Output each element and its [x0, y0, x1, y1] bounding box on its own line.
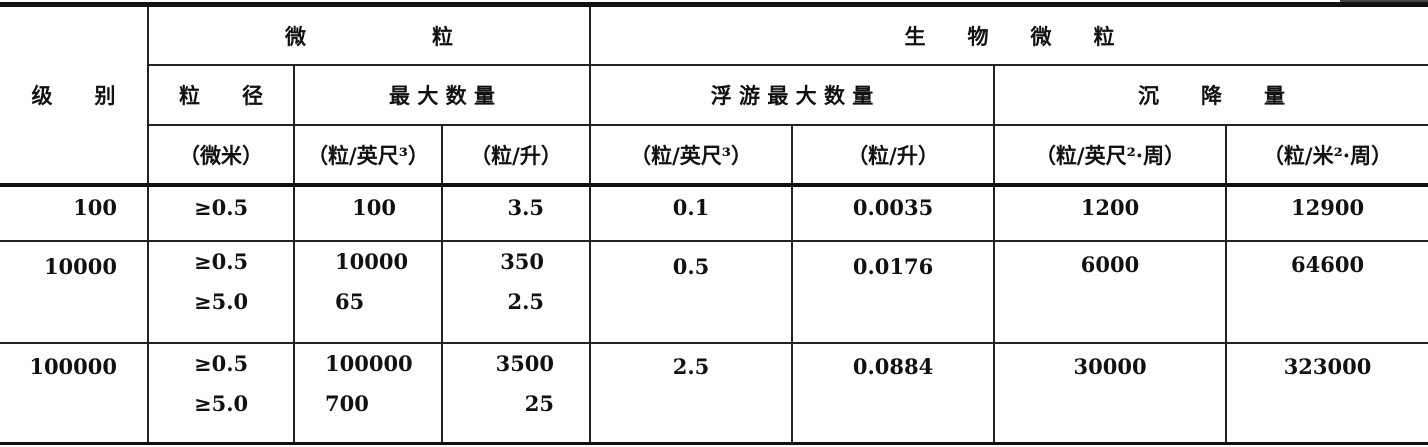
- unit-bio-particles-ft3: （粒/英尺³）: [589, 125, 793, 187]
- count-ft3-cell: 100000 700: [293, 343, 442, 445]
- grade-cell: 10000: [0, 241, 148, 344]
- grade-header: 级 别: [0, 7, 148, 187]
- bio-liter-cell: 0.0176: [791, 241, 995, 344]
- diameter-cell: ≥0.5: [147, 185, 294, 242]
- count-liter-line: 3500: [495, 351, 555, 376]
- table-row: 10000 ≥0.5 ≥5.0 10000 65 350 2.5 0.5 0.0…: [0, 241, 1428, 344]
- diameter-line: ≥0.5: [194, 351, 249, 376]
- diameter-line: ≥5.0: [194, 289, 249, 314]
- count-ft3-line: 10000: [335, 249, 409, 274]
- settle-ft2-cell: 30000: [993, 343, 1227, 445]
- diameter-line: ≥5.0: [194, 391, 249, 416]
- settle-m2-cell: 323000: [1225, 343, 1428, 445]
- unit-particles-liter: （粒/升）: [440, 125, 591, 187]
- bio-liter-cell: 0.0884: [791, 343, 995, 445]
- floating-max-header: 浮 游 最 大 数 量: [589, 65, 995, 126]
- count-liter-line: 350: [500, 249, 545, 274]
- units-row: （微米） （粒/英尺³） （粒/升） （粒/英尺³） （粒/升） （粒/英尺²·…: [0, 125, 1428, 187]
- count-ft3-cell: 100: [293, 185, 442, 242]
- count-liter-line: 25: [524, 391, 555, 416]
- diameter-cell: ≥0.5 ≥5.0: [147, 241, 294, 344]
- diameter-cell: ≥0.5 ≥5.0: [147, 343, 294, 445]
- bio-particle-group-header: 生 物 微 粒: [589, 7, 1428, 66]
- top-rule-tail: [1340, 0, 1428, 2]
- unit-particles-ft3: （粒/英尺³）: [293, 125, 442, 187]
- unit-micron: （微米）: [147, 125, 294, 187]
- count-ft3-line: 65: [335, 289, 365, 314]
- bio-ft3-cell: 0.5: [589, 241, 793, 344]
- settle-ft2-cell: 6000: [993, 241, 1227, 344]
- cleanroom-grade-table: 级 别 微 粒 生 物 微 粒 粒 径 最 大 数 量 浮 游 最 大 数 量 …: [0, 7, 1428, 445]
- header-row-1: 级 别 微 粒 生 物 微 粒: [0, 7, 1428, 187]
- count-ft3-line: 100000: [325, 351, 413, 376]
- settle-m2-cell: 64600: [1225, 241, 1428, 344]
- grade-cell: 100000: [0, 343, 148, 445]
- count-liter-cell: 3.5: [440, 185, 591, 242]
- particle-group-header: 微 粒: [146, 7, 591, 66]
- bio-liter-cell: 0.0035: [791, 185, 995, 242]
- bio-ft3-cell: 2.5: [589, 343, 793, 445]
- count-liter-cell: 350 2.5: [440, 241, 591, 344]
- count-ft3-line: 700: [325, 391, 369, 416]
- count-ft3-cell: 10000 65: [293, 241, 442, 344]
- settling-header: 沉 降 量: [993, 65, 1428, 126]
- unit-bio-particles-liter: （粒/升）: [791, 125, 995, 187]
- bio-ft3-cell: 0.1: [589, 185, 793, 242]
- count-liter-line: 2.5: [507, 289, 545, 314]
- grade-cell: 100: [0, 185, 148, 242]
- diameter-header: 粒 径: [147, 65, 294, 126]
- unit-settling-m2-week: （粒/米²·周）: [1225, 125, 1428, 187]
- table-row: 100000 ≥0.5 ≥5.0 100000 700 3500 25 2.5 …: [0, 343, 1428, 445]
- unit-settling-ft2-week: （粒/英尺²·周）: [993, 125, 1227, 187]
- settle-ft2-cell: 1200: [993, 185, 1227, 242]
- table-row: 100 ≥0.5 100 3.5 0.1 0.0035 1200 12900: [0, 185, 1428, 242]
- diameter-line: ≥0.5: [194, 249, 249, 274]
- settle-m2-cell: 12900: [1225, 185, 1428, 242]
- count-liter-cell: 3500 25: [440, 343, 591, 445]
- header-row-2: 粒 径 最 大 数 量 浮 游 最 大 数 量 沉 降 量: [0, 65, 1428, 126]
- max-count-header: 最 大 数 量: [292, 65, 591, 126]
